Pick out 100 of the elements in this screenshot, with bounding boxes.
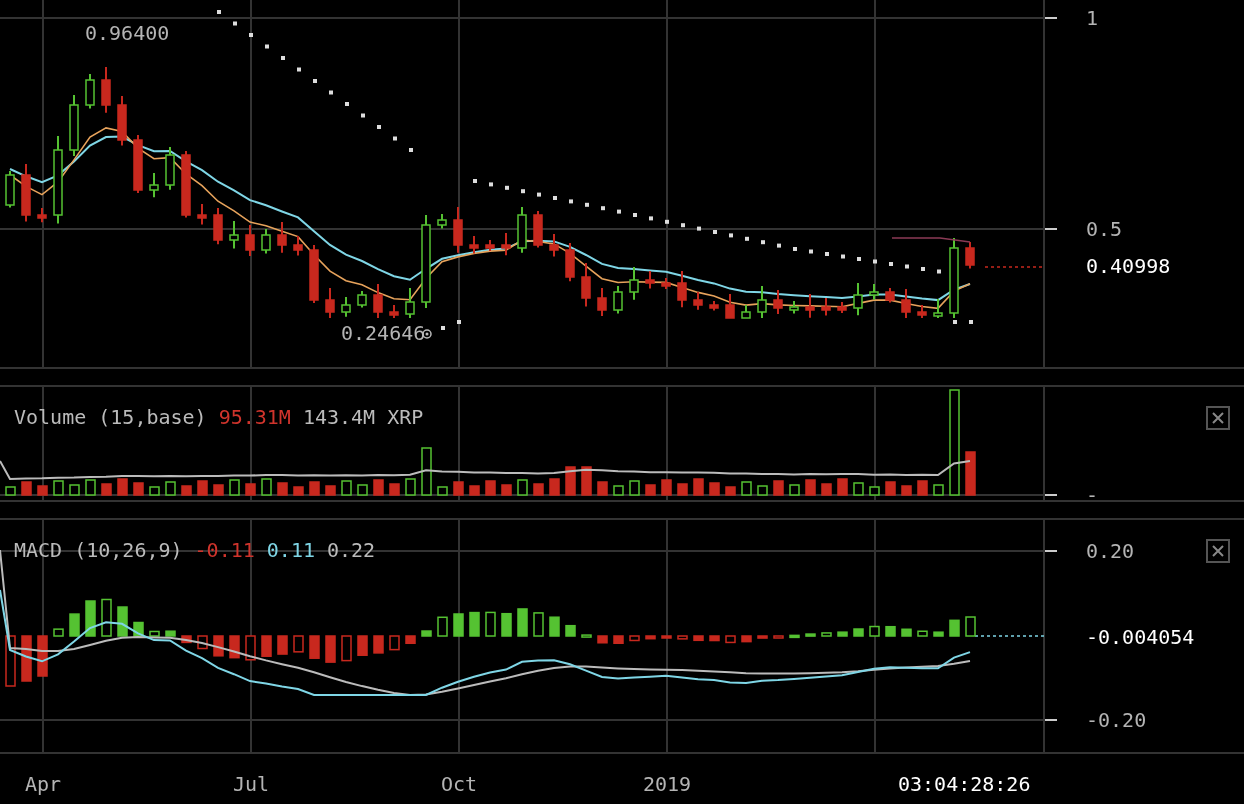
histogram-bar bbox=[309, 635, 320, 659]
volume-bar bbox=[53, 480, 64, 496]
candle bbox=[629, 266, 639, 301]
histogram-bar bbox=[117, 606, 128, 637]
histogram-bar bbox=[805, 633, 816, 637]
volume-bar bbox=[389, 483, 400, 496]
candle bbox=[181, 150, 191, 219]
axis-label: - bbox=[1086, 483, 1099, 507]
volume-bar bbox=[629, 480, 640, 496]
histogram-bar bbox=[597, 635, 608, 644]
histogram-bar bbox=[741, 635, 752, 643]
volume-bar bbox=[277, 482, 288, 496]
histogram-bar bbox=[405, 635, 416, 644]
histogram-bar bbox=[69, 613, 80, 637]
candle bbox=[565, 242, 575, 283]
candle bbox=[149, 172, 159, 199]
volume-bar bbox=[69, 484, 80, 496]
histogram-bar bbox=[181, 635, 192, 644]
histogram-bar bbox=[613, 635, 624, 644]
volume-bar bbox=[405, 478, 416, 496]
close-icon bbox=[1211, 411, 1225, 425]
histogram-bar bbox=[693, 635, 704, 642]
volume-bar bbox=[485, 480, 496, 496]
histogram-bar bbox=[501, 612, 512, 637]
close-button[interactable] bbox=[1206, 406, 1230, 430]
candle bbox=[85, 73, 95, 110]
histogram-bar bbox=[725, 635, 736, 644]
histogram-bar bbox=[277, 635, 288, 655]
volume-bar bbox=[549, 478, 560, 496]
candle bbox=[453, 206, 463, 254]
volume-bar bbox=[37, 485, 48, 496]
histogram-bar bbox=[101, 598, 112, 637]
candle bbox=[709, 300, 719, 312]
candle bbox=[533, 210, 543, 249]
close-button[interactable] bbox=[1206, 539, 1230, 563]
legend-value: MACD (10,26,9) bbox=[14, 538, 183, 562]
candle bbox=[293, 235, 303, 257]
volume-bar bbox=[869, 486, 880, 496]
volume-bar bbox=[197, 480, 208, 496]
histogram-bar bbox=[933, 631, 944, 637]
volume-bar bbox=[901, 485, 912, 496]
volume-bar bbox=[341, 480, 352, 496]
candle bbox=[901, 288, 911, 319]
histogram-bar bbox=[821, 632, 832, 637]
volume-bar bbox=[357, 484, 368, 496]
candle bbox=[309, 244, 319, 304]
histogram-bar bbox=[565, 624, 576, 637]
volume-bar bbox=[661, 479, 672, 496]
histogram-bar bbox=[853, 628, 864, 637]
volume-bar bbox=[853, 482, 864, 496]
candle bbox=[245, 224, 255, 257]
histogram-bar bbox=[453, 613, 464, 637]
candle bbox=[869, 283, 879, 301]
histogram-bar bbox=[149, 630, 160, 637]
candle bbox=[597, 287, 607, 317]
histogram-bar bbox=[917, 630, 928, 637]
histogram-bar bbox=[757, 635, 768, 639]
volume-bar bbox=[597, 481, 608, 496]
volume-bar bbox=[309, 481, 320, 496]
candle bbox=[549, 233, 559, 258]
volume-bar bbox=[533, 483, 544, 496]
volume-bar bbox=[133, 482, 144, 496]
legend-value: 0.11 bbox=[266, 538, 315, 562]
volume-bar bbox=[725, 486, 736, 496]
volume-bar bbox=[469, 485, 480, 496]
axis-label: 0.20 bbox=[1086, 539, 1135, 563]
candle bbox=[277, 221, 287, 254]
histogram-bar bbox=[901, 628, 912, 637]
candle bbox=[213, 207, 223, 246]
histogram-bar bbox=[389, 635, 400, 651]
histogram-bar bbox=[517, 608, 528, 637]
volume-bar bbox=[693, 478, 704, 496]
histogram-bar bbox=[645, 635, 656, 640]
histogram-bar bbox=[485, 611, 496, 637]
volume-bar bbox=[421, 447, 432, 496]
histogram-bar bbox=[885, 625, 896, 637]
close-icon bbox=[1211, 544, 1225, 558]
candle bbox=[165, 146, 175, 191]
volume-bar bbox=[965, 451, 976, 496]
volume-bar bbox=[613, 485, 624, 496]
histogram-bar bbox=[85, 600, 96, 637]
histogram-bar bbox=[197, 635, 208, 650]
candle bbox=[21, 163, 31, 223]
volume-bar bbox=[565, 466, 576, 496]
volume-bar bbox=[229, 479, 240, 496]
volume-bar bbox=[837, 478, 848, 496]
histogram-bar bbox=[373, 635, 384, 654]
candle bbox=[581, 262, 591, 308]
histogram-bar bbox=[5, 635, 16, 687]
time-label: 2019 bbox=[642, 772, 692, 796]
axis-label: -0.20 bbox=[1086, 708, 1147, 732]
histogram-bar bbox=[133, 621, 144, 637]
histogram-bar bbox=[661, 635, 672, 639]
candle bbox=[757, 285, 767, 319]
candle bbox=[837, 301, 847, 314]
histogram-bar bbox=[21, 635, 32, 682]
candle bbox=[885, 287, 895, 304]
candle bbox=[325, 287, 335, 319]
candle bbox=[645, 270, 655, 290]
price-label: 0.96400 bbox=[85, 21, 170, 45]
